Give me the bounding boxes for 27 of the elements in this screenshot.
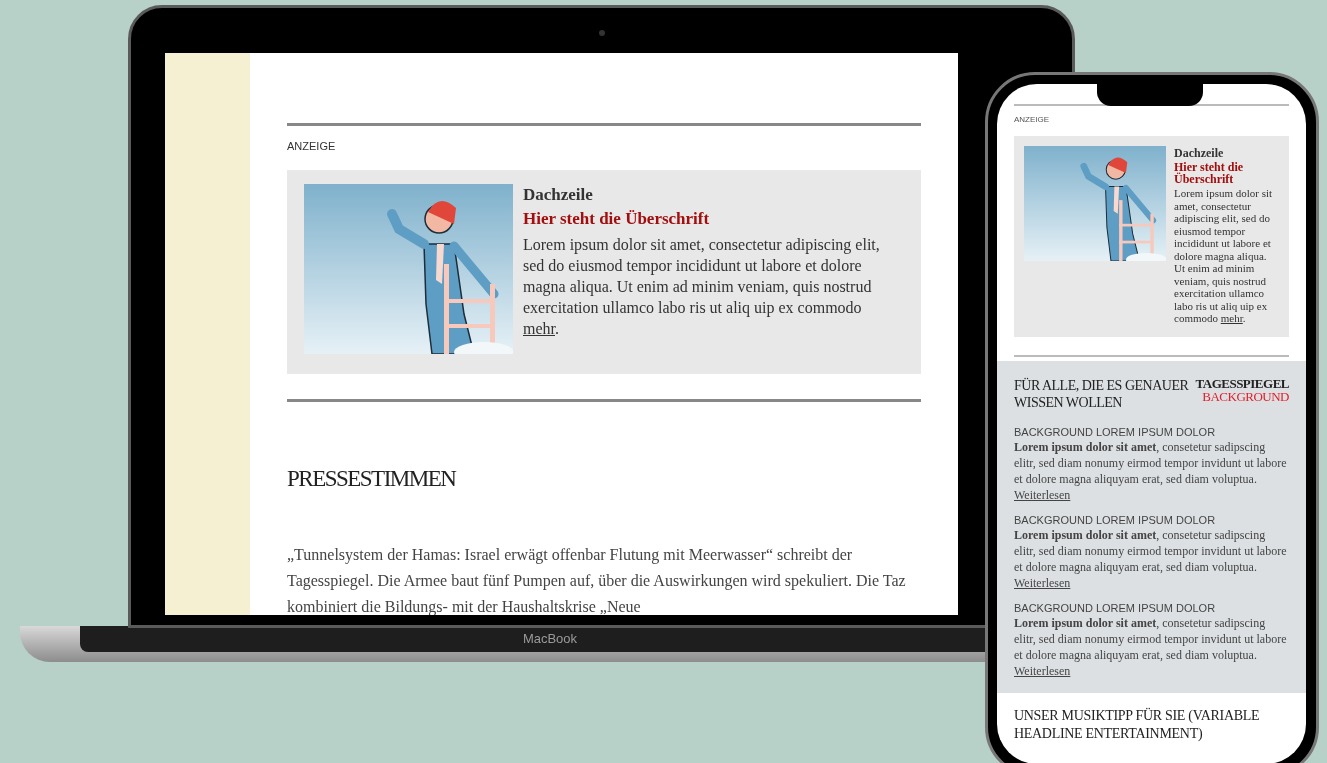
brand-label: MacBook — [522, 630, 578, 649]
item-text: Lorem ipsum dolor sit amet, consetetur sadipscing elitr, sed diam nonumy eirmod tempor invidunt ut labore et dolore magna aliquyam erat, sed diam voluptua. Weiterlesen — [1014, 614, 1288, 679]
ad-kicker: Dachzeile — [1174, 146, 1225, 161]
read-more-link[interactable]: mehr — [1220, 312, 1243, 324]
read-more-link[interactable]: Weiterlesen — [1014, 575, 1071, 590]
read-more-link[interactable]: mehr — [523, 319, 555, 337]
section-title: PRESSESTIMMEN — [287, 464, 457, 493]
panel-title: FÜR ALLE, DIE ES GENAUER WISSEN WOLLEN — [1014, 376, 1190, 411]
ad-label: ANZEIGE — [287, 139, 337, 154]
ad-headline: Hier steht die Überschrift — [1174, 161, 1245, 185]
read-more-link[interactable]: Weiterlesen — [1014, 663, 1071, 678]
article-paragraph: „Tunnelsystem der Hamas: Israel erwägt offenbar Flutung mit Meerwasser“ schreibt der Tagesspiegel. Die Armee baut fünf Pumpen auf, über die Auswirkungen wird spekuliert. Die Taz kombiniert die Bildungs- mit der Haushaltskrise „Neue — [287, 545, 907, 615]
logo-text: BACKGROUND — [1202, 389, 1289, 403]
ad-kicker: Dachzeile — [523, 183, 594, 206]
item-kicker: BACKGROUND LOREM IPSUM DOLOR — [1014, 424, 1217, 439]
item-text: Lorem ipsum dolor sit amet, consetetur sadipscing elitr, sed diam nonumy eirmod tempor invidunt ut labore et dolore magna aliquyam erat, sed diam voluptua. Weiterlesen — [1014, 438, 1288, 503]
ad-text: Lorem ipsum dolor sit amet, consectetur adipiscing elit, sed do eiusmod tempor incididunt ut labore et dolore magna aliqua. Ut enim ad minim veniam, quis nostrud exercitation ullamco labo ris ut aliq uip ex commodo mehr. — [523, 234, 881, 339]
ad-headline: Hier steht die Überschrift — [523, 207, 711, 230]
camera-icon — [598, 30, 605, 36]
item-text: Lorem ipsum dolor sit amet, consetetur sadipscing elitr, sed diam nonumy eirmod tempor invidunt ut labore et dolore magna aliquyam erat, sed diam voluptua. Weiterlesen — [1014, 526, 1288, 591]
ad-label: ANZEIGE — [1014, 114, 1051, 126]
item-kicker: BACKGROUND LOREM IPSUM DOLOR — [1014, 512, 1217, 527]
read-more-link[interactable]: Weiterlesen — [1014, 487, 1071, 502]
item-kicker: BACKGROUND LOREM IPSUM DOLOR — [1014, 600, 1217, 615]
ad-text: Lorem ipsum dolor sit amet, consectetur adipiscing elit, sed do eiusmod tempor incididunt ut labore et dolore magna aliqua. Ut enim ad minim veniam, quis nostrud exercitation ullamco labo ris ut aliq uip ex commodo mehr. — [1174, 187, 1274, 325]
section-title: UNSER MUSIKTIPP FÜR SIE (VARIABLE HEADLINE ENTERTAINMENT) — [1013, 706, 1261, 743]
logo-text: TAGESSPIEGEL — [1195, 376, 1289, 390]
